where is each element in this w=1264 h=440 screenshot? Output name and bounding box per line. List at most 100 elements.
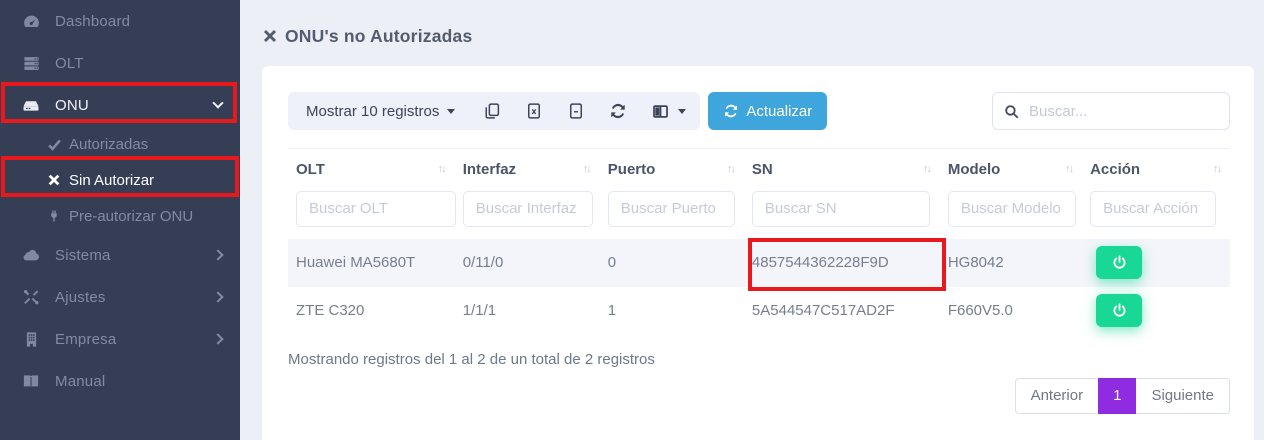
power-icon bbox=[1111, 254, 1128, 271]
sidebar-item-label: Sistema bbox=[55, 247, 111, 264]
filter-olt-input[interactable] bbox=[296, 191, 456, 227]
cell-interfaz: 1/1/1 bbox=[455, 287, 600, 335]
cell-interfaz: 0/11/0 bbox=[455, 239, 600, 287]
column-header-puerto[interactable]: Puerto bbox=[600, 149, 744, 189]
columns-icon bbox=[651, 102, 670, 121]
search-input[interactable] bbox=[1029, 103, 1228, 120]
cell-modelo: F660V5.0 bbox=[940, 287, 1082, 335]
filter-accion-input[interactable] bbox=[1090, 191, 1216, 227]
actualizar-button[interactable]: Actualizar bbox=[708, 92, 827, 130]
main-content: ONU's no Autorizadas Mostrar 10 registro… bbox=[240, 0, 1264, 440]
column-header-modelo[interactable]: Modelo bbox=[940, 149, 1082, 189]
table-search bbox=[992, 92, 1230, 130]
page-title: ONU's no Autorizadas bbox=[285, 26, 472, 47]
filter-interfaz-input[interactable] bbox=[463, 191, 593, 227]
cell-puerto: 1 bbox=[600, 287, 744, 335]
sidebar-item-sistema[interactable]: Sistema bbox=[0, 234, 240, 276]
cloud-icon bbox=[20, 245, 42, 265]
caret-down-icon bbox=[678, 109, 686, 114]
export-button-group: Mostrar 10 registros bbox=[288, 92, 700, 130]
tools-icon bbox=[20, 288, 42, 306]
chevron-down-icon bbox=[212, 97, 223, 108]
cell-sn: 5A544547C517AD2F bbox=[744, 287, 940, 335]
server-icon bbox=[20, 54, 42, 73]
filter-puerto-input[interactable] bbox=[608, 191, 735, 227]
book-icon bbox=[20, 372, 42, 390]
building-icon bbox=[20, 331, 42, 348]
table-toolbar: Mostrar 10 registros bbox=[288, 92, 1230, 130]
actualizar-label: Actualizar bbox=[746, 103, 812, 120]
column-header-olt[interactable]: OLT bbox=[288, 149, 455, 189]
sidebar-item-label: Ajustes bbox=[55, 289, 106, 306]
sidebar-item-ajustes[interactable]: Ajustes bbox=[0, 276, 240, 318]
sidebar-item-autorizadas[interactable]: Autorizadas bbox=[0, 126, 240, 162]
sidebar-item-empresa[interactable]: Empresa bbox=[0, 318, 240, 360]
power-icon bbox=[1111, 302, 1128, 319]
column-header-interfaz[interactable]: Interfaz bbox=[455, 149, 600, 189]
sidebar-item-pre-autorizar-onu[interactable]: Pre-autorizar ONU bbox=[0, 198, 240, 234]
pagination-previous-button[interactable]: Anterior bbox=[1015, 378, 1100, 414]
search-icon bbox=[1003, 103, 1020, 120]
cell-sn: 4857544362228F9D bbox=[744, 239, 940, 287]
copy-button[interactable] bbox=[471, 92, 513, 130]
copy-icon bbox=[483, 102, 501, 120]
sort-icon bbox=[923, 163, 932, 175]
sidebar-item-sin-autorizar[interactable]: Sin Autorizar bbox=[0, 162, 240, 198]
header-row: OLT Interfaz Puerto SN Modelo Acción bbox=[288, 149, 1230, 189]
table-row: Huawei MA5680T 0/11/0 0 4857544362228F9D… bbox=[288, 239, 1230, 287]
x-icon bbox=[46, 173, 62, 187]
table-card: Mostrar 10 registros bbox=[262, 66, 1254, 440]
sidebar-item-label: ONU bbox=[55, 97, 89, 114]
sidebar-item-label: Dashboard bbox=[55, 13, 130, 30]
filter-sn-input[interactable] bbox=[752, 191, 930, 227]
column-visibility-button[interactable] bbox=[639, 92, 698, 130]
caret-down-icon bbox=[447, 109, 455, 114]
sidebar-item-dashboard[interactable]: Dashboard bbox=[0, 0, 240, 42]
sort-icon bbox=[727, 163, 736, 175]
gauge-icon bbox=[20, 12, 42, 31]
page: Dashboard OLT ONU Autorizadas Sin Aut bbox=[0, 0, 1264, 440]
authorize-power-button[interactable] bbox=[1096, 246, 1142, 279]
plug-icon bbox=[46, 209, 62, 223]
page-header: ONU's no Autorizadas bbox=[240, 0, 1264, 66]
column-header-sn[interactable]: SN bbox=[744, 149, 940, 189]
refresh-icon bbox=[723, 103, 739, 119]
reload-table-button[interactable] bbox=[597, 92, 639, 130]
pagination-page-1[interactable]: 1 bbox=[1098, 378, 1136, 414]
sort-icon bbox=[1065, 163, 1074, 175]
export-file-button[interactable] bbox=[555, 92, 597, 130]
length-menu-dropdown[interactable]: Mostrar 10 registros bbox=[290, 92, 471, 130]
chevron-right-icon bbox=[212, 249, 223, 260]
column-header-accion[interactable]: Acción bbox=[1082, 149, 1230, 189]
cell-accion bbox=[1082, 287, 1230, 335]
sidebar: Dashboard OLT ONU Autorizadas Sin Aut bbox=[0, 0, 240, 440]
chevron-right-icon bbox=[212, 291, 223, 302]
filter-row bbox=[288, 189, 1230, 239]
export-excel-button[interactable] bbox=[513, 92, 555, 130]
file-icon bbox=[567, 102, 585, 120]
sidebar-item-label: Empresa bbox=[55, 331, 116, 348]
cell-olt: Huawei MA5680T bbox=[288, 239, 455, 287]
sort-icon bbox=[583, 163, 592, 175]
sidebar-item-label: Manual bbox=[55, 373, 105, 390]
pagination-next-button[interactable]: Siguiente bbox=[1135, 378, 1230, 414]
cell-modelo: HG8042 bbox=[940, 239, 1082, 287]
sidebar-item-onu[interactable]: ONU bbox=[0, 84, 240, 126]
refresh-icon bbox=[609, 102, 627, 120]
table-row: ZTE C320 1/1/1 1 5A544547C517AD2F F660V5… bbox=[288, 287, 1230, 335]
sidebar-item-label: OLT bbox=[55, 55, 84, 72]
authorize-power-button[interactable] bbox=[1096, 294, 1142, 327]
sidebar-item-olt[interactable]: OLT bbox=[0, 42, 240, 84]
sort-icon bbox=[1213, 163, 1222, 175]
onu-table: OLT Interfaz Puerto SN Modelo Acción bbox=[288, 148, 1230, 335]
cell-accion bbox=[1082, 239, 1230, 287]
filter-modelo-input[interactable] bbox=[948, 191, 1076, 227]
check-icon bbox=[46, 137, 62, 152]
cell-puerto: 0 bbox=[600, 239, 744, 287]
sidebar-item-manual[interactable]: Manual bbox=[0, 360, 240, 402]
excel-icon bbox=[525, 102, 543, 120]
sidebar-item-label: Sin Autorizar bbox=[69, 172, 154, 189]
modem-icon bbox=[20, 95, 42, 115]
cell-olt: ZTE C320 bbox=[288, 287, 455, 335]
sidebar-item-label: Pre-autorizar ONU bbox=[69, 208, 193, 225]
